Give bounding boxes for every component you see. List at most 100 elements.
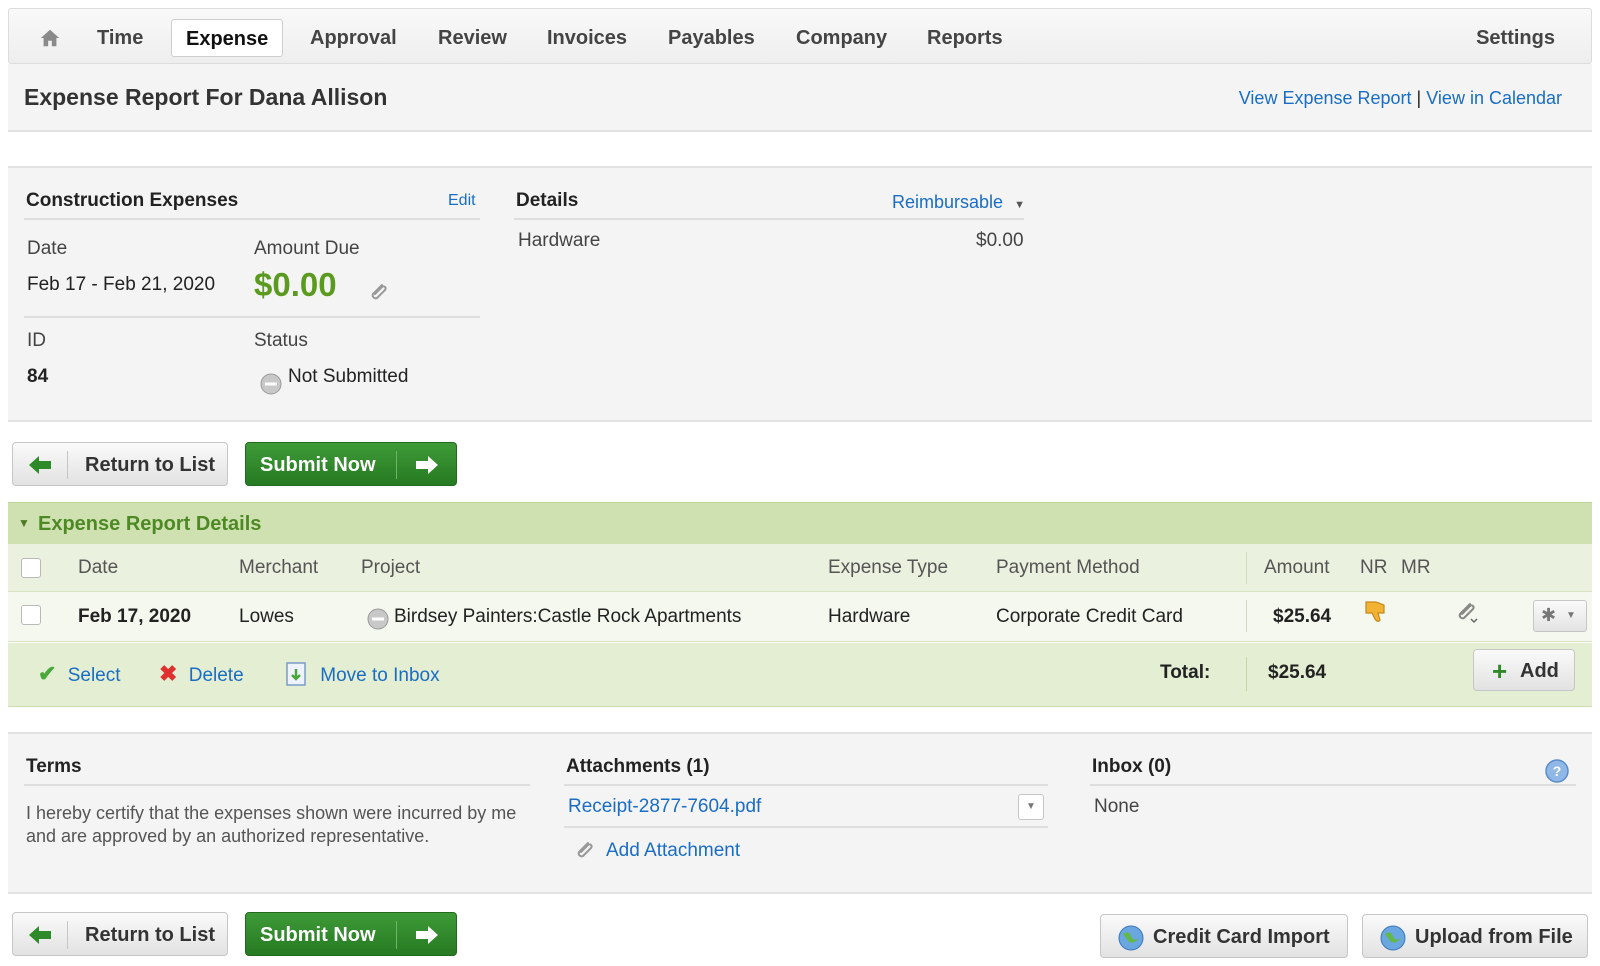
move-to-inbox-action[interactable]: Move to Inbox	[285, 661, 440, 687]
help-icon[interactable]: ?	[1544, 758, 1570, 784]
divider	[514, 218, 1024, 220]
row-expense-type: Hardware	[828, 606, 911, 627]
nav-expense[interactable]: Expense	[171, 19, 284, 57]
reimbursable-dropdown[interactable]: Reimbursable ▼	[892, 192, 1025, 213]
paperclip-icon	[577, 842, 593, 858]
terms-text: I hereby certify that the expenses shown…	[26, 803, 517, 846]
select-action[interactable]: ✔ Select	[38, 661, 121, 687]
inbox-icon	[286, 662, 306, 686]
row-actions-menu[interactable]: ✱ ▼	[1533, 600, 1587, 632]
col-date[interactable]: Date	[78, 557, 118, 579]
chevron-down-icon: ▼	[1014, 199, 1025, 211]
upload-from-file-label: Upload from File	[1415, 926, 1573, 948]
date-value: Feb 17 - Feb 21, 2020	[27, 274, 216, 295]
return-to-list-label: Return to List	[85, 454, 215, 476]
detail-item: Hardware	[518, 230, 601, 251]
return-to-list-button[interactable]: Return to List	[12, 912, 228, 956]
date-label: Date	[27, 238, 68, 259]
divider	[24, 218, 480, 220]
reimbursable-label: Reimbursable	[892, 192, 1004, 212]
amount-due-label: Amount Due	[254, 238, 360, 259]
plus-icon: +	[1492, 656, 1508, 686]
terms-title: Terms	[26, 756, 82, 777]
view-in-calendar-link[interactable]: View in Calendar	[1426, 88, 1562, 108]
submit-now-label: Submit Now	[260, 924, 376, 946]
add-expense-button[interactable]: + Add	[1473, 649, 1575, 691]
delete-x-icon: ✖	[159, 661, 178, 686]
return-to-list-button[interactable]: Return to List	[12, 442, 228, 486]
report-name: Construction Expenses	[26, 190, 239, 211]
nav-reports[interactable]: Reports	[913, 19, 1017, 57]
nav-review[interactable]: Review	[424, 19, 521, 57]
project-status-icon	[367, 608, 389, 630]
inbox-title: Inbox (0)	[1092, 756, 1172, 777]
globe-icon	[1118, 925, 1144, 951]
delete-label: Delete	[188, 665, 244, 686]
top-nav: Time Expense Approval Review Invoices Pa…	[8, 8, 1592, 64]
chevron-down-icon: ▼	[1026, 801, 1036, 812]
button-divider	[67, 451, 68, 479]
chevron-down-icon: ▼	[1566, 610, 1576, 621]
link-separator: |	[1416, 88, 1422, 108]
details-section-header[interactable]: ▼ Expense Report Details	[8, 502, 1592, 544]
total-value: $25.64	[1268, 662, 1327, 683]
home-icon[interactable]	[39, 27, 61, 49]
gear-icon: ✱	[1541, 605, 1557, 625]
table-row[interactable]: Feb 17, 2020 Lowes Birdsey Painters:Cast…	[8, 592, 1592, 642]
submit-now-label: Submit Now	[260, 454, 376, 476]
upload-from-file-button[interactable]: Upload from File	[1362, 914, 1588, 958]
nav-invoices[interactable]: Invoices	[533, 19, 641, 57]
globe-icon	[1380, 925, 1406, 951]
attachments-title: Attachments (1)	[566, 756, 710, 777]
col-payment-method[interactable]: Payment Method	[996, 557, 1140, 579]
row-checkbox[interactable]	[21, 605, 41, 625]
header-links: View Expense Report | View in Calendar	[1239, 88, 1562, 109]
col-expense-type[interactable]: Expense Type	[828, 557, 948, 579]
attachment-file-link[interactable]: Receipt-2877-7604.pdf	[568, 796, 761, 818]
add-attachment-link[interactable]: Add Attachment	[606, 840, 740, 862]
arrow-left-icon	[29, 926, 51, 944]
inbox-value: None	[1094, 796, 1140, 817]
paperclip-icon[interactable]	[366, 280, 390, 304]
nav-settings[interactable]: Settings	[1462, 19, 1569, 57]
select-label: Select	[67, 665, 121, 686]
col-amount[interactable]: Amount	[1264, 557, 1329, 579]
credit-card-import-button[interactable]: Credit Card Import	[1100, 914, 1348, 958]
view-expense-report-link[interactable]: View Expense Report	[1239, 88, 1412, 108]
divider	[24, 316, 480, 318]
button-divider	[396, 921, 397, 949]
total-label: Total:	[1160, 662, 1211, 683]
id-value: 84	[27, 366, 49, 387]
details-label: Details	[516, 190, 579, 211]
paperclip-icon[interactable]	[1453, 600, 1479, 626]
nav-company[interactable]: Company	[782, 19, 901, 57]
edit-link[interactable]: Edit	[448, 192, 476, 210]
nav-approval[interactable]: Approval	[296, 19, 411, 57]
arrow-right-icon	[416, 926, 438, 944]
button-divider	[396, 451, 397, 479]
attachment-menu-button[interactable]: ▼	[1018, 794, 1044, 820]
row-merchant: Lowes	[239, 606, 294, 627]
column-divider	[1246, 657, 1247, 691]
amount-due-value: $0.00	[254, 266, 337, 303]
divider	[564, 826, 1048, 828]
button-divider	[67, 921, 68, 949]
delete-action[interactable]: ✖ Delete	[159, 661, 244, 687]
nav-payables[interactable]: Payables	[654, 19, 769, 57]
col-project[interactable]: Project	[361, 557, 420, 579]
row-amount: $25.64	[1273, 606, 1332, 627]
submit-now-button[interactable]: Submit Now	[245, 912, 457, 956]
divider	[564, 784, 1048, 786]
column-divider	[1246, 600, 1247, 632]
submit-now-button[interactable]: Submit Now	[245, 442, 457, 486]
column-divider	[1246, 552, 1247, 584]
nav-time[interactable]: Time	[83, 19, 157, 57]
select-all-checkbox[interactable]	[21, 558, 41, 578]
col-nr[interactable]: NR	[1360, 557, 1387, 579]
arrow-right-icon	[416, 456, 438, 474]
thumbs-down-icon[interactable]	[1363, 598, 1389, 624]
credit-card-import-label: Credit Card Import	[1153, 926, 1330, 948]
col-merchant[interactable]: Merchant	[239, 557, 318, 579]
table-header-row: Date Merchant Project Expense Type Payme…	[8, 544, 1592, 592]
col-mr[interactable]: MR	[1401, 557, 1431, 579]
